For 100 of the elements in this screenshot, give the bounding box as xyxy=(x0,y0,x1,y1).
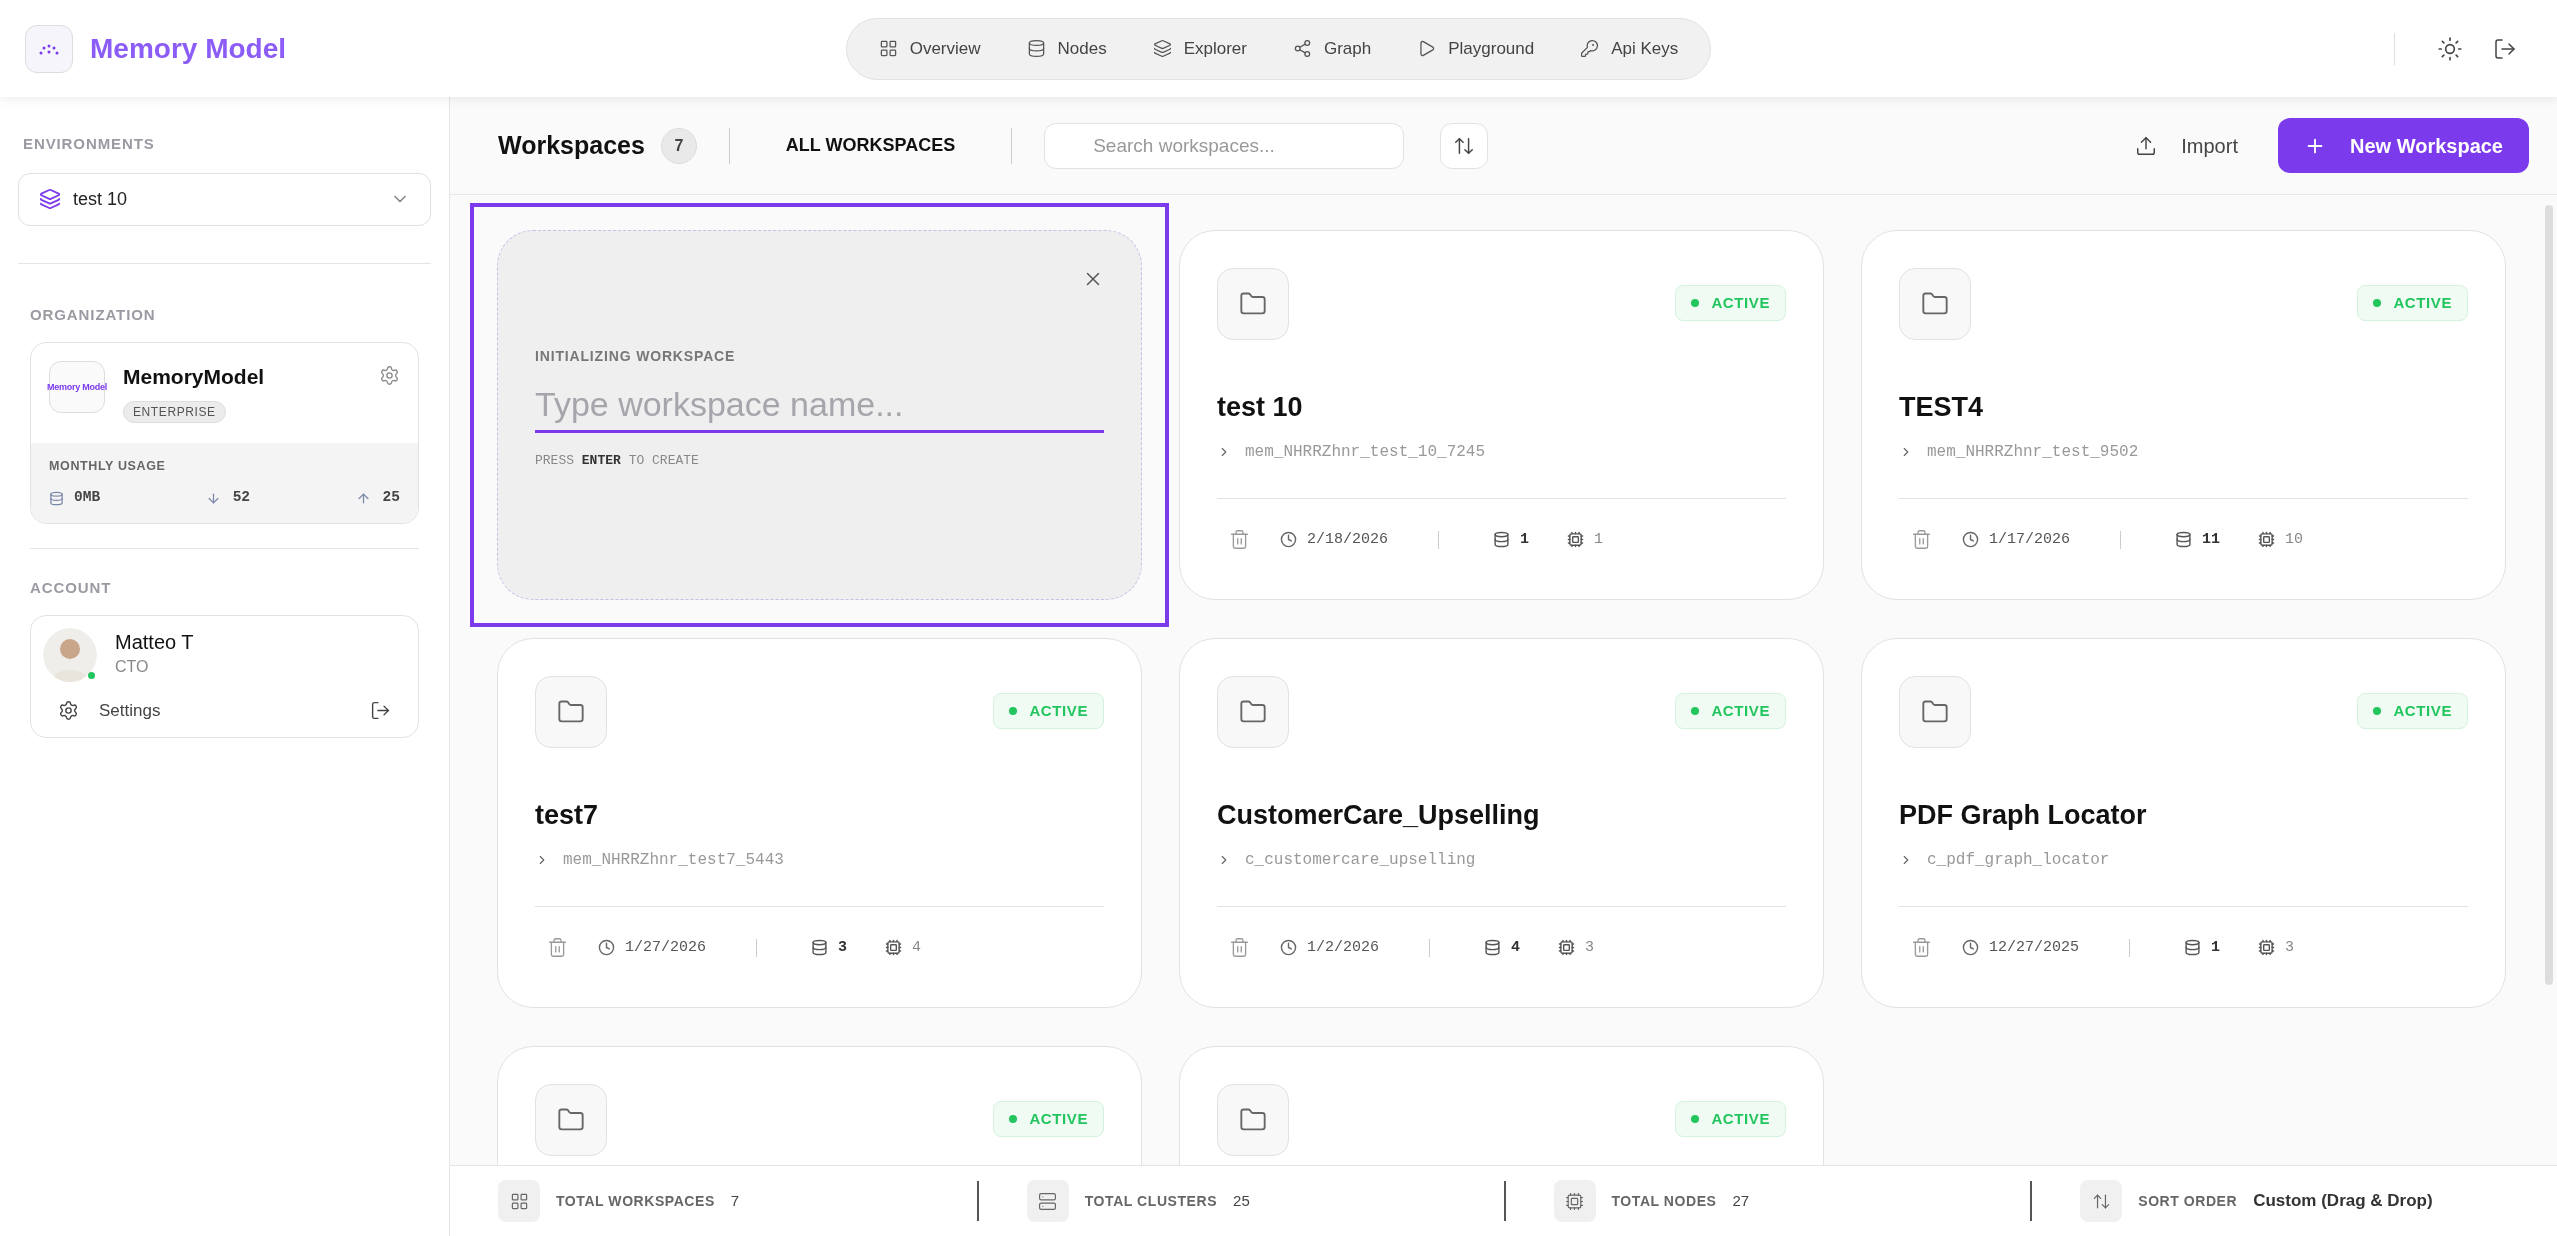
workspace-name: PDF Graph Locator xyxy=(1899,799,2148,832)
chip-icon xyxy=(1565,1191,1584,1211)
clock-icon xyxy=(1962,939,1979,957)
workspace-name: CustomerCare_Upselling xyxy=(1217,799,1541,832)
cluster-count: 1 xyxy=(1520,529,1530,550)
chip-icon xyxy=(2258,939,2276,957)
avatar xyxy=(43,627,97,682)
node-count: 3 xyxy=(2285,937,2295,958)
stat-value: 7 xyxy=(730,1190,740,1211)
workspace-name-input[interactable]: Type workspace name... xyxy=(535,379,1104,433)
chip-icon xyxy=(2258,531,2276,549)
sort-button[interactable] xyxy=(1440,122,1489,169)
clock-icon xyxy=(598,939,615,957)
cluster-count: 11 xyxy=(2202,529,2221,550)
user-role: CTO xyxy=(115,657,150,677)
delete-icon[interactable] xyxy=(547,937,568,959)
down-value: 52 xyxy=(232,488,251,508)
workspace-slug: mem_NHRRZhnr_test_10_7245 xyxy=(1245,441,1486,463)
storage-value: 0MB xyxy=(74,488,101,508)
import-button[interactable]: Import xyxy=(2115,118,2258,173)
stat-label: TOTAL WORKSPACES xyxy=(556,1191,715,1211)
status-badge: ACTIVE xyxy=(1675,1101,1786,1137)
settings-icon[interactable] xyxy=(379,365,400,386)
logout-icon[interactable] xyxy=(2493,36,2517,61)
layers-icon xyxy=(1152,39,1172,58)
node-count: 1 xyxy=(1594,529,1604,550)
upload-icon xyxy=(2135,134,2158,157)
filter-tab[interactable]: ALL WORKSPACES xyxy=(761,132,980,159)
node-count: 3 xyxy=(1585,937,1595,958)
created-date: 1/2/2026 xyxy=(1307,937,1379,958)
database-icon xyxy=(2184,939,2201,957)
delete-icon[interactable] xyxy=(1229,529,1250,551)
created-date: 1/17/2026 xyxy=(1989,529,2070,550)
cluster-count: 3 xyxy=(838,937,848,958)
database-icon xyxy=(1026,39,1046,58)
arrow-down-icon xyxy=(205,490,221,506)
status-badge: ACTIVE xyxy=(993,1101,1104,1137)
play-icon xyxy=(1417,39,1437,58)
workspace-name: TEST4 xyxy=(1899,391,1985,424)
plan-badge: ENTERPRISE xyxy=(123,400,226,423)
page-title: Workspaces xyxy=(498,129,645,161)
database-icon xyxy=(1493,531,1510,549)
status-badge: ACTIVE xyxy=(1675,693,1786,729)
settings-icon xyxy=(58,699,79,721)
user-name: Matteo T xyxy=(115,630,194,655)
stat-value: 27 xyxy=(1732,1190,1750,1211)
workspace-card[interactable]: ACTIVE test 10 mem_NHRRZhnr_test_10_7245 2/18/2026 1 1 xyxy=(1179,230,1824,600)
logout-icon[interactable] xyxy=(370,699,391,721)
workspace-slug: mem_NHRRZhnr_test7_5443 xyxy=(563,849,784,871)
environment-select[interactable]: test 10 xyxy=(18,172,431,226)
database-icon xyxy=(49,490,64,506)
nav-tab[interactable]: Nodes xyxy=(1006,26,1127,71)
logo-text: Memory Model xyxy=(47,382,107,392)
theme-toggle-icon[interactable] xyxy=(2437,35,2463,62)
grid-icon xyxy=(878,39,898,58)
stat-value: 25 xyxy=(1233,1190,1250,1211)
workspace-name: test 10 xyxy=(1217,391,1304,424)
grid-icon xyxy=(509,1191,529,1211)
section-heading: ORGANIZATION xyxy=(30,304,157,325)
chip-icon xyxy=(1558,939,1576,957)
workspace-card[interactable]: ACTIVE PDF Graph Locator c_pdf_graph_locator 12/27/2025 1 3 xyxy=(1861,638,2506,1008)
workspace-card[interactable]: ACTIVE TEST4 mem_NHRRZhnr_test_9502 1/17/2026 11 10 xyxy=(1861,230,2506,600)
section-heading: ENVIRONMENTS xyxy=(23,134,156,154)
key-icon xyxy=(1580,39,1600,58)
delete-icon[interactable] xyxy=(1911,937,1932,959)
form-label: INITIALIZING WORKSPACE xyxy=(535,347,737,366)
workspace-slug: c_customercare_upselling xyxy=(1245,849,1476,871)
delete-icon[interactable] xyxy=(1911,529,1932,551)
nav-tab[interactable]: Graph xyxy=(1272,26,1392,71)
share-icon xyxy=(1292,39,1312,58)
count-badge: 7 xyxy=(660,127,697,164)
nav-tab[interactable]: Playground xyxy=(1397,26,1555,71)
node-count: 4 xyxy=(912,937,922,958)
nav-tab[interactable]: Explorer xyxy=(1132,26,1267,71)
status-badge: ACTIVE xyxy=(1675,285,1786,321)
search-field[interactable]: Search workspaces... xyxy=(1044,122,1405,169)
workspace-card[interactable]: ACTIVE test7 mem_NHRRZhnr_test7_5443 1/27/2026 3 4 xyxy=(497,638,1142,1008)
status-badge: ACTIVE xyxy=(2357,693,2468,729)
organization-name: MemoryModel xyxy=(123,364,265,390)
database-icon xyxy=(811,939,828,957)
workspace-card[interactable]: ACTIVE CustomerCare_Upselling c_customercare_upselling 1/2/2026 4 3 xyxy=(1179,638,1824,1008)
nav-tab[interactable]: Overview xyxy=(858,26,1001,71)
new-workspace-button[interactable]: New Workspace xyxy=(2277,118,2529,173)
clock-icon xyxy=(1280,531,1297,549)
section-heading: ACCOUNT xyxy=(30,578,113,598)
app-title: Memory Model xyxy=(90,31,287,66)
workspace-name: test7 xyxy=(535,799,600,832)
hint-text: PRESS ENTER TO CREATE xyxy=(535,452,700,470)
settings-link[interactable]: Settings xyxy=(58,697,161,723)
scrollbar-thumb[interactable] xyxy=(2545,205,2553,985)
nav-tab[interactable]: Api Keys xyxy=(1560,26,1699,71)
workspace-slug: mem_NHRRZhnr_test_9502 xyxy=(1927,441,2139,463)
workspace-slug: c_pdf_graph_locator xyxy=(1927,849,2110,871)
stat-label: SORT ORDER xyxy=(2138,1191,2238,1211)
up-value: 25 xyxy=(382,488,400,508)
status-badge: ACTIVE xyxy=(2357,285,2468,321)
layers-icon xyxy=(39,188,61,210)
node-count: 10 xyxy=(2285,529,2304,550)
created-date: 12/27/2025 xyxy=(1989,937,2079,958)
delete-icon[interactable] xyxy=(1229,937,1250,959)
